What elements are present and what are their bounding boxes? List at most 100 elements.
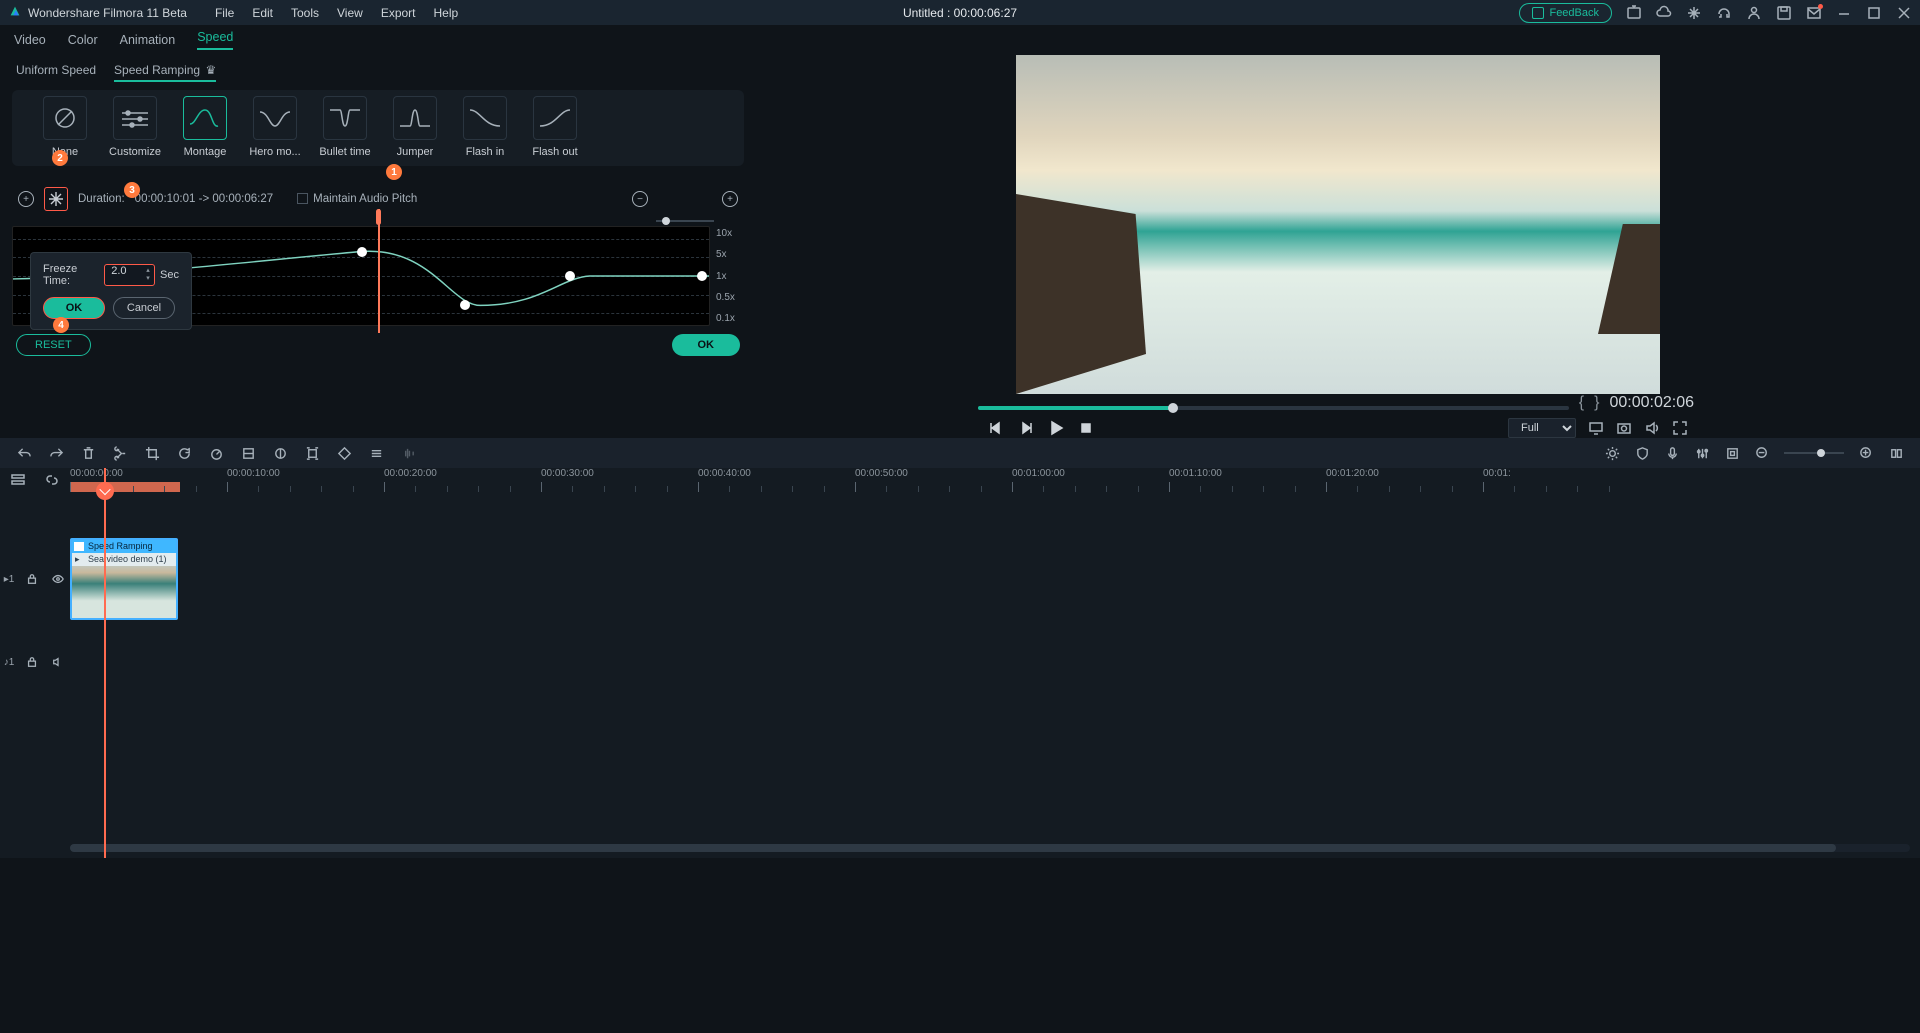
sparkle-icon[interactable] [1686,5,1702,21]
zoom-in-icon[interactable] [1858,445,1874,461]
preset-flash-in[interactable]: Flash in [456,96,514,158]
preset-none[interactable]: None [36,96,94,158]
mic-icon[interactable] [1664,445,1680,461]
menu-help[interactable]: Help [434,6,459,20]
subtab-uniform-speed[interactable]: Uniform Speed [16,63,96,82]
split-icon[interactable] [112,445,128,461]
freeze-frame-button[interactable] [44,187,68,211]
preview-video[interactable] [1016,55,1660,394]
preset-montage[interactable]: Montage [176,96,234,158]
mixer-icon[interactable] [1694,445,1710,461]
rotate-icon[interactable] [176,445,192,461]
preset-hero-moment[interactable]: Hero mo... [246,96,304,158]
window-maximize-icon[interactable] [1866,5,1882,21]
display-icon[interactable] [1588,420,1604,436]
snapshot-icon[interactable] [1616,420,1632,436]
headset-icon[interactable] [1716,5,1732,21]
keyframe-node[interactable] [565,271,575,281]
menu-view[interactable]: View [337,6,363,20]
color-icon[interactable] [240,445,256,461]
keyframe-icon[interactable] [336,445,352,461]
mail-icon[interactable] [1806,5,1822,21]
volume-icon[interactable] [1644,420,1660,436]
resolution-select[interactable]: Full [1508,418,1576,438]
speed-icon[interactable] [208,445,224,461]
zoom-in-icon[interactable]: + [722,191,738,207]
timeline-scrollbar[interactable] [70,844,1910,852]
zoom-fit-icon[interactable] [1888,445,1904,461]
tab-video[interactable]: Video [14,33,46,47]
menu-tools[interactable]: Tools [291,6,319,20]
ruler-timestamp: 00:00:30:00 [541,468,594,479]
mute-icon[interactable] [50,654,66,670]
toggle-link-icon[interactable] [44,472,60,488]
reset-button[interactable]: RESET [16,334,91,356]
stop-icon[interactable] [1078,420,1094,436]
zoom-out-icon[interactable]: − [632,191,648,207]
prev-frame-icon[interactable] [988,420,1004,436]
timeline-playhead-handle[interactable] [96,482,114,500]
ruler-timestamp: 00:00:50:00 [855,468,908,479]
preset-customize[interactable]: Customize [106,96,164,158]
preview-progress[interactable] [978,406,1569,410]
crop-icon[interactable] [144,445,160,461]
render-icon[interactable] [1604,445,1620,461]
speed-y-labels: 10x 5x 1x 0.5x 0.1x [716,226,744,326]
tab-animation[interactable]: Animation [120,33,176,47]
window-minimize-icon[interactable] [1836,5,1852,21]
freeze-ok-button[interactable]: OK [43,297,105,319]
brace-open[interactable]: { [1579,394,1584,412]
keyframe-node[interactable] [460,300,470,310]
redo-icon[interactable] [48,445,64,461]
ok-button[interactable]: OK [672,334,741,356]
user-icon[interactable] [1746,5,1762,21]
subtab-speed-ramping[interactable]: Speed Ramping ♛ [114,63,216,82]
play-icon[interactable] [1048,420,1064,436]
menu-export[interactable]: Export [381,6,416,20]
tab-speed[interactable]: Speed [197,30,233,50]
preset-bullet-time[interactable]: Bullet time [316,96,374,158]
freeze-time-input[interactable]: 2.0 ▴▾ [104,264,155,286]
timeline-zoom-slider[interactable] [1784,452,1844,454]
crop-box-icon[interactable] [304,445,320,461]
share-icon[interactable] [1626,5,1642,21]
spinner-down[interactable]: ▾ [144,275,152,283]
preset-flash-out[interactable]: Flash out [526,96,584,158]
add-keyframe-button[interactable]: + [18,191,34,207]
save-icon[interactable] [1776,5,1792,21]
fullscreen-icon[interactable] [1672,420,1688,436]
delete-icon[interactable] [80,445,96,461]
keyframe-node[interactable] [357,247,367,257]
adjust-icon[interactable] [368,445,384,461]
manage-tracks-icon[interactable] [10,472,26,488]
ramp-zoom-slider[interactable]: − + [632,176,738,222]
next-frame-icon[interactable] [1018,420,1034,436]
keyframe-node[interactable] [697,271,707,281]
maintain-pitch-checkbox[interactable] [297,193,308,204]
eye-icon[interactable] [50,571,66,587]
ramp-playhead[interactable] [375,209,383,333]
timeline-ruler[interactable]: 00:00:00:0000:00:10:0000:00:20:0000:00:3… [70,468,1920,494]
lock-icon[interactable] [24,571,40,587]
preset-jumper[interactable]: Jumper [386,96,444,158]
shield-icon[interactable] [1634,445,1650,461]
zoom-out-icon[interactable] [1754,445,1770,461]
audio-wave-icon[interactable] [400,445,416,461]
feedback-button[interactable]: FeedBack [1519,3,1612,23]
brace-close[interactable]: } [1594,394,1599,412]
greenscreen-icon[interactable] [272,445,288,461]
marker-icon[interactable] [1724,445,1740,461]
spinner-up[interactable]: ▴ [144,267,152,275]
timeline-playhead[interactable] [104,468,106,858]
lock-icon[interactable] [24,654,40,670]
tab-color[interactable]: Color [68,33,98,47]
annotation-2: 2 [52,150,68,166]
menu-file[interactable]: File [215,6,234,20]
window-close-icon[interactable] [1896,5,1912,21]
cloud-icon[interactable] [1656,5,1672,21]
speed-graph[interactable]: Freeze Time: 2.0 ▴▾ Sec OK Cancel 4 [12,226,710,326]
menu-edit[interactable]: Edit [252,6,273,20]
video-clip[interactable]: Speed Ramping Sea video demo (1) [70,538,178,620]
undo-icon[interactable] [16,445,32,461]
freeze-cancel-button[interactable]: Cancel [113,297,175,319]
